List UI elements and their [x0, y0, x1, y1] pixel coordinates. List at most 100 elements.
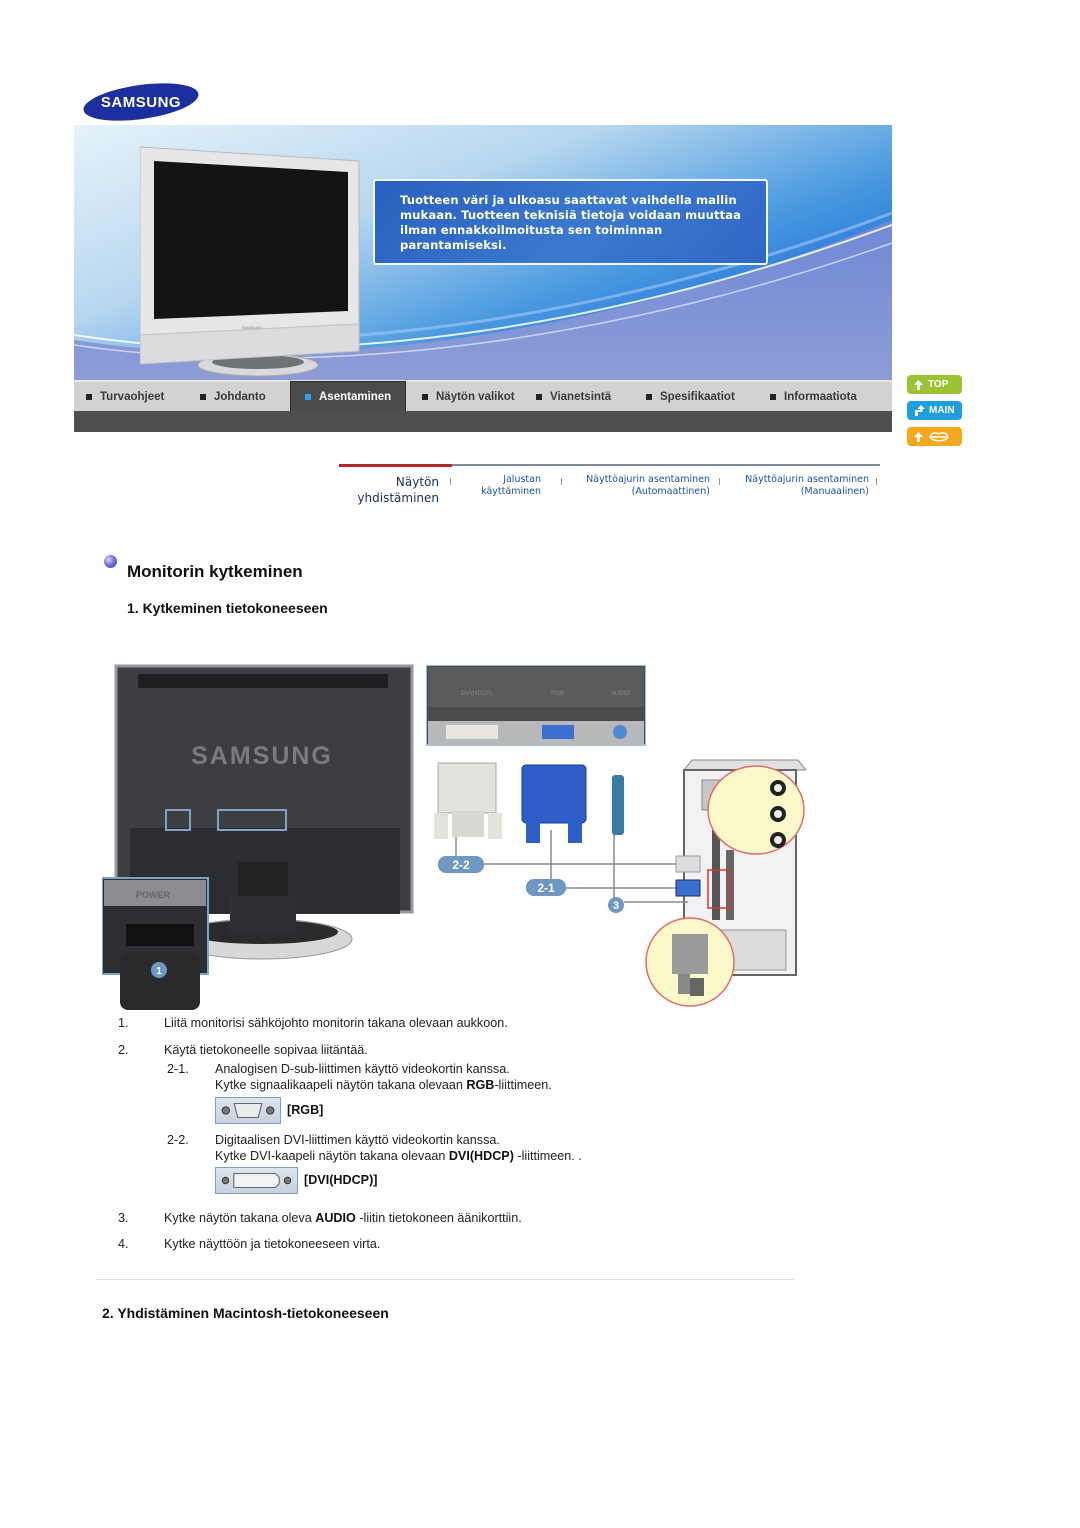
tab-separator — [876, 478, 877, 485]
nav-item-vianetsinta[interactable]: Vianetsintä — [536, 381, 646, 412]
bullet-icon — [200, 393, 206, 400]
text-segment: Kytke signaalikaapeli näytön takana olev… — [215, 1078, 467, 1092]
subtab-label-line2: (Manuaalinen) — [800, 486, 869, 497]
main-button-label: MAIN — [929, 405, 955, 416]
substep-2-1-line2: Kytke signaalikaapeli näytön takana olev… — [215, 1078, 552, 1092]
text-bold: DVI(HDCP) — [448, 1149, 514, 1163]
monitor-product-image: SAMSUNG — [140, 139, 362, 377]
svg-text:SAMSUNG: SAMSUNG — [242, 325, 262, 330]
dvi-connector-label: [DVI(HDCP)] — [304, 1173, 378, 1187]
nav-item-spesifikaatiot[interactable]: Spesifikaatiot — [646, 381, 770, 412]
nav-item-label: Johdanto — [214, 390, 266, 403]
bullet-icon — [305, 393, 311, 400]
subtab-label-line2: yhdistäminen — [357, 491, 439, 505]
rgb-connector-icon — [215, 1097, 281, 1124]
callout-1-label: 1 — [156, 966, 162, 977]
monitor-brand-text: SAMSUNG — [191, 742, 333, 770]
substep-number: 2-2. — [167, 1133, 189, 1147]
step-number: 3. — [118, 1211, 129, 1225]
notice-line: parantamiseksi. — [400, 238, 507, 252]
callout-3-label: 3 — [613, 900, 619, 912]
subtab-label-line2: (Automaattinen) — [631, 486, 710, 497]
arrow-bent-up-icon — [915, 405, 925, 416]
text-segment: Kytke DVI-kaapeli näytön takana olevaan — [215, 1149, 449, 1163]
step-number: 4. — [118, 1237, 129, 1251]
nav-item-label: Spesifikaatiot — [660, 390, 735, 403]
notice-line: Tuotteen väri ja ulkoasu saattavat vaihd… — [400, 193, 737, 207]
text-segment: -liittimeen. — [494, 1078, 552, 1092]
text-bold: RGB — [466, 1078, 495, 1092]
step-text: Kytke näyttöön ja tietokoneeseen virta. — [164, 1237, 381, 1251]
subtab-ajuri-manuaalinen[interactable]: Näyttöajurin asentaminen (Manuaalinen) — [727, 474, 869, 498]
arrow-up-icon — [914, 379, 923, 390]
port-label-audio: AUDIO — [611, 691, 630, 697]
nav-item-informaatiota[interactable]: Informaatiota — [770, 381, 880, 412]
samsung-logo[interactable]: SAMSUNG — [82, 82, 200, 122]
nav-item-label: Turvaohjeet — [100, 390, 165, 403]
substep-2-2-line2: Kytke DVI-kaapeli näytön takana olevaan … — [215, 1149, 582, 1163]
bullet-icon — [770, 393, 776, 400]
nav-item-asentaminen[interactable]: Asentaminen — [290, 381, 406, 412]
callout-2-1-label: 2-1 — [537, 881, 555, 895]
subtab-jalustan-kayttaminen[interactable]: Jalustan käyttäminen — [463, 474, 541, 498]
nav-item-label: Informaatiota — [784, 390, 857, 403]
arrow-up-icon — [914, 431, 923, 442]
lips-icon — [929, 431, 949, 441]
subtab-ajuri-automaattinen[interactable]: Näyttöajurin asentaminen (Automaattinen) — [567, 474, 710, 498]
monitor-back-illustration: SAMSUNG POWER 1 — [102, 664, 414, 1012]
nav-item-nayton-valikot[interactable]: Näytön valikot — [406, 381, 536, 412]
page-title: Monitorin kytkeminen — [127, 562, 303, 581]
bullet-icon — [536, 393, 542, 400]
ports-illustration: DVI(HDCP) RGB AUDIO — [426, 665, 646, 843]
sub-nav: Näytön yhdistäminen Jalustan käyttäminen… — [339, 464, 880, 509]
top-button-label: TOP — [928, 379, 949, 390]
callout-2-2-label: 2-2 — [452, 858, 470, 872]
nav-item-label: Vianetsintä — [550, 390, 612, 403]
main-nav: Turvaohjeet Johdanto Asentaminen Näytön … — [74, 380, 892, 412]
tab-separator — [561, 478, 562, 485]
bullet-icon — [646, 393, 652, 400]
port-label-rgb: RGB — [551, 691, 564, 697]
section-title-computer: 1. Kytkeminen tietokoneeseen — [127, 600, 328, 616]
bullet-icon — [86, 393, 92, 400]
step-text: Käytä tietokoneelle sopivaa liitäntää. — [164, 1043, 368, 1057]
text-segment: -liittimeen. . — [513, 1149, 582, 1163]
nav-item-label: Asentaminen — [319, 390, 392, 403]
step-text: Kytke näytön takana oleva AUDIO -liitin … — [164, 1211, 522, 1225]
bullet-icon — [422, 393, 428, 400]
text-segment: -liitin tietokoneen äänikorttiin. — [355, 1211, 522, 1225]
port-label-dvi: DVI(HDCP) — [461, 691, 492, 697]
top-button[interactable]: TOP — [907, 375, 962, 394]
section-title-macintosh: 2. Yhdistäminen Macintosh-tietokoneeseen — [102, 1305, 389, 1321]
subtab-label-line1: Näyttöajurin asentaminen — [745, 474, 869, 485]
dvi-connector-icon — [215, 1167, 298, 1194]
power-label: POWER — [136, 890, 171, 900]
subtab-nayton-yhdistaminen[interactable]: Näytön yhdistäminen — [339, 474, 439, 506]
subtab-label-line1: Näytön — [395, 475, 439, 489]
notice-line: ilman ennakkoilmoitusta sen toiminnan — [400, 223, 663, 237]
subtab-label-line2: käyttäminen — [481, 486, 541, 497]
section-bullet-icon — [104, 555, 117, 568]
tab-separator — [719, 478, 720, 485]
text-segment: Kytke näytön takana oleva — [164, 1211, 316, 1225]
substep-number: 2-1. — [167, 1062, 189, 1076]
notice-line: mukaan. Tuotteen teknisiä tietoja voidaa… — [400, 208, 742, 222]
subtab-label-line1: Jalustan — [503, 474, 541, 485]
nav-item-label: Näytön valikot — [436, 390, 515, 403]
hero-banner: SAMSUNG Tuotteen väri ja ulkoasu saattav… — [74, 125, 892, 380]
step-text: Liitä monitorisi sähköjohto monitorin ta… — [164, 1016, 508, 1030]
substep-2-2-line1: Digitaalisen DVI-liittimen käyttö videok… — [215, 1133, 500, 1147]
text-bold: AUDIO — [315, 1211, 356, 1225]
divider — [96, 1279, 794, 1280]
substep-2-1-line1: Analogisen D-sub-liittimen käyttö videok… — [215, 1062, 510, 1076]
back-button[interactable] — [907, 427, 962, 446]
rgb-connector-label: [RGB] — [287, 1103, 324, 1117]
product-notice: Tuotteen väri ja ulkoasu saattavat vaihd… — [373, 179, 768, 265]
step-number: 1. — [118, 1016, 129, 1030]
main-button[interactable]: MAIN — [907, 401, 962, 420]
logo-text: SAMSUNG — [101, 94, 181, 111]
step-number: 2. — [118, 1043, 129, 1057]
nav-item-johdanto[interactable]: Johdanto — [200, 381, 290, 412]
nav-item-turvaohjeet[interactable]: Turvaohjeet — [74, 381, 200, 412]
nav-strip — [74, 411, 892, 432]
